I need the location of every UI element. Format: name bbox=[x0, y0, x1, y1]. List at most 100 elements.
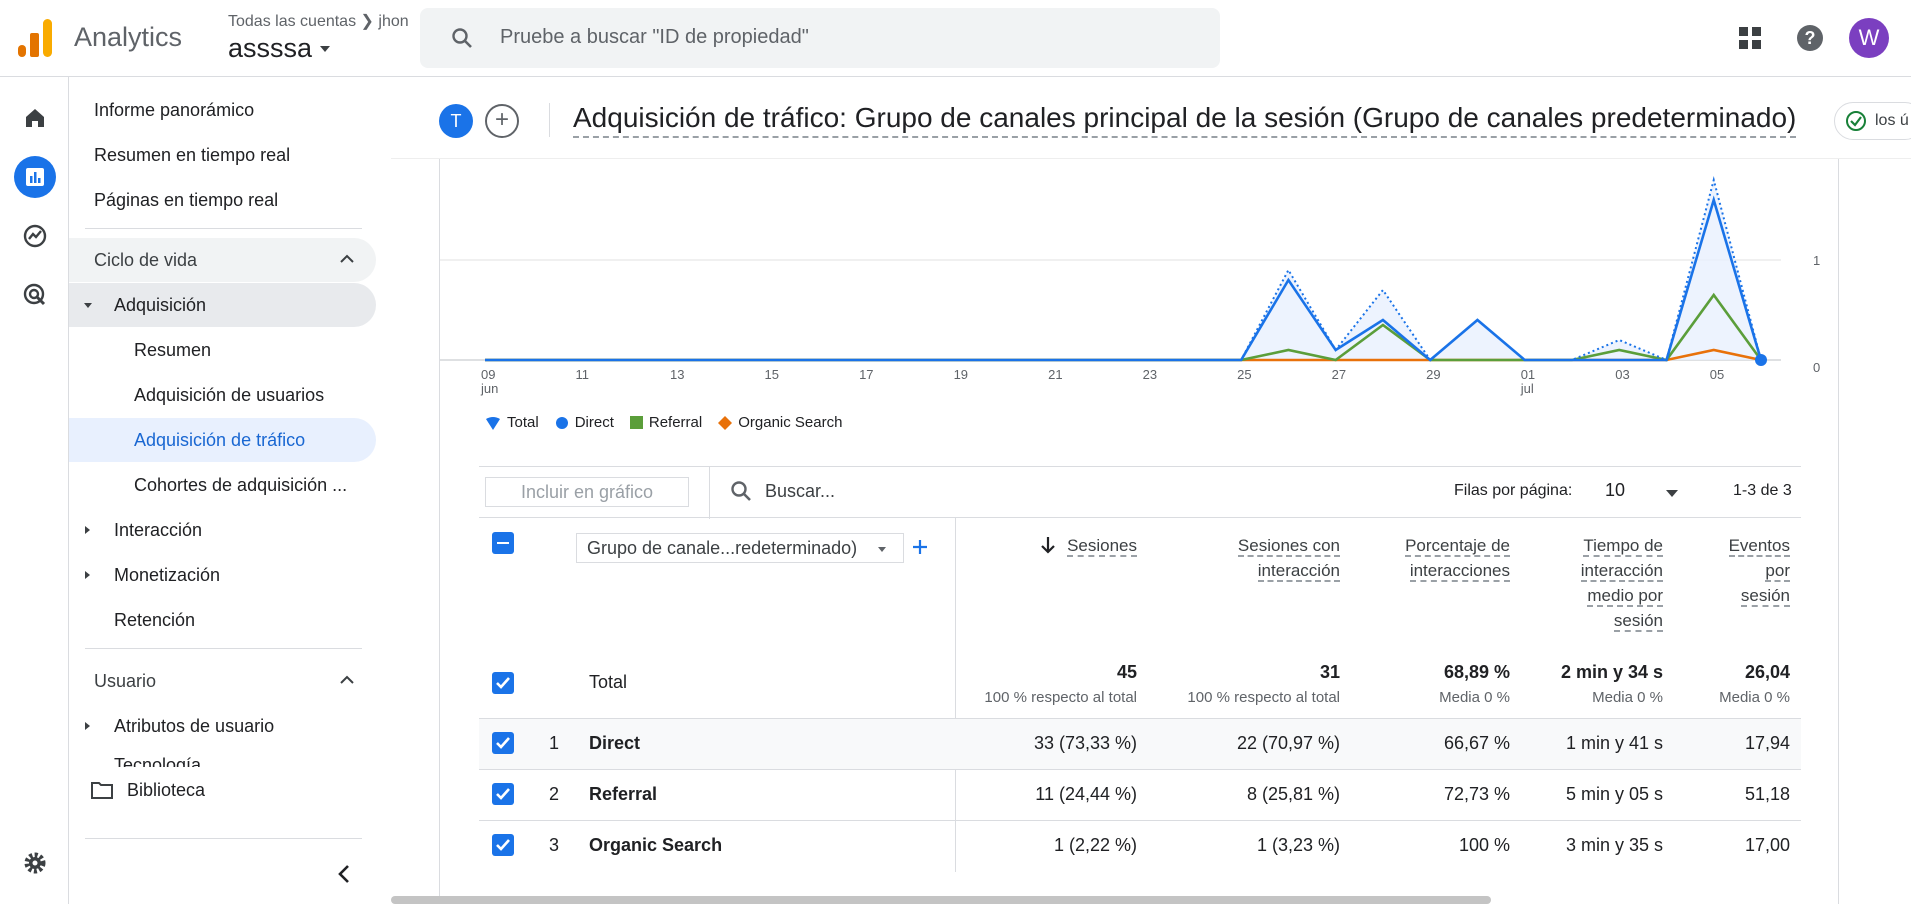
data-status-pill[interactable]: los ú bbox=[1834, 102, 1911, 140]
nav-label: Biblioteca bbox=[127, 779, 206, 800]
col-events-per-session[interactable]: Eventos por sesión bbox=[1700, 533, 1790, 608]
col-header-label: medio por bbox=[1587, 586, 1663, 607]
help-icon[interactable]: ? bbox=[1796, 24, 1824, 52]
legend-item[interactable]: Total bbox=[485, 414, 539, 431]
include-in-chart-button[interactable]: Incluir en gráfico bbox=[485, 477, 689, 507]
channel-name[interactable]: Organic Search bbox=[589, 835, 722, 856]
traffic-line-chart[interactable]: 0 10 09jun 11 13 15 17 19 21 23 25 27 29 01jul 03 05 bbox=[440, 160, 1820, 410]
caret-right-icon bbox=[85, 571, 90, 579]
nav-overview[interactable]: Informe panorámico bbox=[69, 88, 376, 132]
nav-tech[interactable]: Tecnología bbox=[69, 749, 376, 767]
nav-realtime-summary[interactable]: Resumen en tiempo real bbox=[69, 133, 376, 177]
y-tick-label: 0 bbox=[1813, 360, 1820, 375]
channel-name[interactable]: Direct bbox=[589, 733, 640, 754]
x-tick-label: 23 bbox=[1143, 367, 1157, 382]
x-tick-sublabel: jun bbox=[480, 381, 498, 396]
col-engagement-rate[interactable]: Porcentaje de interacciones bbox=[1370, 533, 1510, 583]
caret-down-icon bbox=[878, 547, 886, 552]
nav-user-acquisition[interactable]: Adquisición de usuarios bbox=[69, 373, 376, 417]
row-value: 17,00 bbox=[1744, 835, 1790, 855]
col-sessions[interactable]: Sesiones bbox=[1000, 533, 1137, 558]
series-line-total[interactable] bbox=[485, 176, 1762, 362]
reports-icon[interactable] bbox=[14, 156, 56, 198]
nav-realtime-pages[interactable]: Páginas en tiempo real bbox=[69, 178, 376, 222]
nav-user-attributes[interactable]: Atributos de usuario bbox=[69, 704, 376, 748]
add-comparison-button[interactable]: + bbox=[485, 104, 519, 138]
circle-marker-icon bbox=[555, 416, 568, 429]
nav-acq-cohorts[interactable]: Cohortes de adquisición ... bbox=[69, 463, 376, 507]
analytics-logo-icon[interactable] bbox=[18, 19, 52, 57]
row-checkbox[interactable] bbox=[492, 783, 514, 805]
rows-per-page-label: Filas por página: bbox=[1454, 482, 1573, 499]
col-avg-engagement-time[interactable]: Tiempo de interacción medio por sesión bbox=[1530, 533, 1663, 633]
horizontal-scrollbar[interactable] bbox=[391, 896, 1491, 904]
checkmark-icon bbox=[496, 788, 510, 800]
series-line-direct[interactable] bbox=[485, 195, 1763, 362]
nav-label: Tecnología bbox=[114, 755, 202, 767]
x-tick-label: 17 bbox=[859, 367, 873, 382]
col-header-label: sesión bbox=[1740, 586, 1790, 607]
row-checkbox[interactable] bbox=[492, 732, 514, 754]
nav-label: Interacción bbox=[114, 519, 203, 540]
channel-name[interactable]: Referral bbox=[589, 784, 657, 805]
nav-traffic-acquisition[interactable]: Adquisición de tráfico bbox=[69, 418, 376, 462]
row-value: 17,94 bbox=[1744, 733, 1790, 753]
property-selector[interactable]: assssa bbox=[228, 33, 332, 64]
select-all-checkbox[interactable] bbox=[492, 532, 514, 554]
nav-monetization[interactable]: Monetización bbox=[69, 553, 376, 597]
row-checkbox[interactable] bbox=[492, 834, 514, 856]
diamond-marker-icon bbox=[718, 415, 733, 430]
legend-item[interactable]: Organic Search bbox=[718, 414, 842, 431]
nav-section-lifecycle[interactable]: Ciclo de vida bbox=[69, 238, 376, 282]
divider bbox=[85, 648, 362, 649]
checkmark-icon bbox=[496, 677, 510, 689]
nav-acquisition[interactable]: Adquisición bbox=[69, 283, 376, 327]
total-checkbox[interactable] bbox=[492, 672, 514, 694]
legend-label: Total bbox=[507, 414, 539, 431]
col-header-label: sesión bbox=[1613, 611, 1663, 632]
crumb-account[interactable]: jhon bbox=[378, 13, 408, 30]
nav-retention[interactable]: Retención bbox=[69, 598, 376, 642]
legend-item[interactable]: Direct bbox=[555, 414, 614, 431]
caret-right-icon bbox=[85, 722, 90, 730]
nav-engagement[interactable]: Interacción bbox=[69, 508, 376, 552]
x-tick-label: 19 bbox=[954, 367, 968, 382]
settings-gear-icon[interactable] bbox=[14, 842, 56, 884]
comparison-chip[interactable]: T bbox=[439, 104, 473, 138]
advertising-icon[interactable] bbox=[14, 274, 56, 316]
total-subtext: Media 0 % bbox=[1719, 689, 1790, 706]
apps-grid-icon[interactable] bbox=[1738, 26, 1762, 50]
account-avatar[interactable]: W bbox=[1849, 18, 1889, 58]
nav-library[interactable]: Biblioteca bbox=[69, 768, 376, 812]
caret-down-icon[interactable] bbox=[1665, 489, 1679, 498]
add-dimension-icon[interactable] bbox=[912, 539, 928, 555]
table-search-input[interactable]: Buscar... bbox=[765, 481, 835, 502]
crumb-all-accounts[interactable]: Todas las cuentas bbox=[228, 13, 356, 30]
series-line-referral[interactable] bbox=[485, 292, 1763, 362]
property-search[interactable]: Pruebe a buscar "ID de propiedad" bbox=[420, 8, 1220, 68]
x-tick-label: 21 bbox=[1048, 367, 1062, 382]
report-title[interactable]: Adquisición de tráfico: Grupo de canales… bbox=[573, 102, 1797, 138]
property-name: assssa bbox=[228, 33, 313, 63]
nav-acq-summary[interactable]: Resumen bbox=[69, 328, 376, 372]
account-breadcrumb[interactable]: Todas las cuentas ❯ jhon bbox=[228, 11, 409, 31]
legend-item[interactable]: Referral bbox=[629, 414, 702, 431]
rows-per-page-select[interactable]: 10 bbox=[1605, 480, 1625, 501]
row-value: 5 min y 05 s bbox=[1565, 784, 1663, 804]
dimension-selector[interactable]: Grupo de canale...redeterminado) bbox=[576, 533, 904, 563]
col-engaged-sessions[interactable]: Sesiones con interacción bbox=[1200, 533, 1340, 583]
explore-icon[interactable] bbox=[14, 215, 56, 257]
row-value: 51,18 bbox=[1744, 784, 1790, 804]
nav-label: Monetización bbox=[114, 564, 221, 585]
table-search[interactable]: Buscar... bbox=[729, 479, 835, 503]
row-value: 33 (73,33 %) bbox=[1033, 733, 1137, 753]
home-icon[interactable] bbox=[14, 97, 56, 139]
search-input[interactable]: Pruebe a buscar "ID de propiedad" bbox=[500, 26, 809, 49]
nav-section-user[interactable]: Usuario bbox=[69, 659, 376, 703]
total-label: Total bbox=[589, 672, 628, 692]
section-label: Ciclo de vida bbox=[94, 249, 198, 270]
total-subtext: Media 0 % bbox=[1592, 689, 1663, 706]
x-tick-label: 01 bbox=[1521, 367, 1535, 382]
series-line-organic-search[interactable] bbox=[485, 348, 1762, 362]
collapse-chevron-left-icon[interactable] bbox=[337, 864, 351, 884]
